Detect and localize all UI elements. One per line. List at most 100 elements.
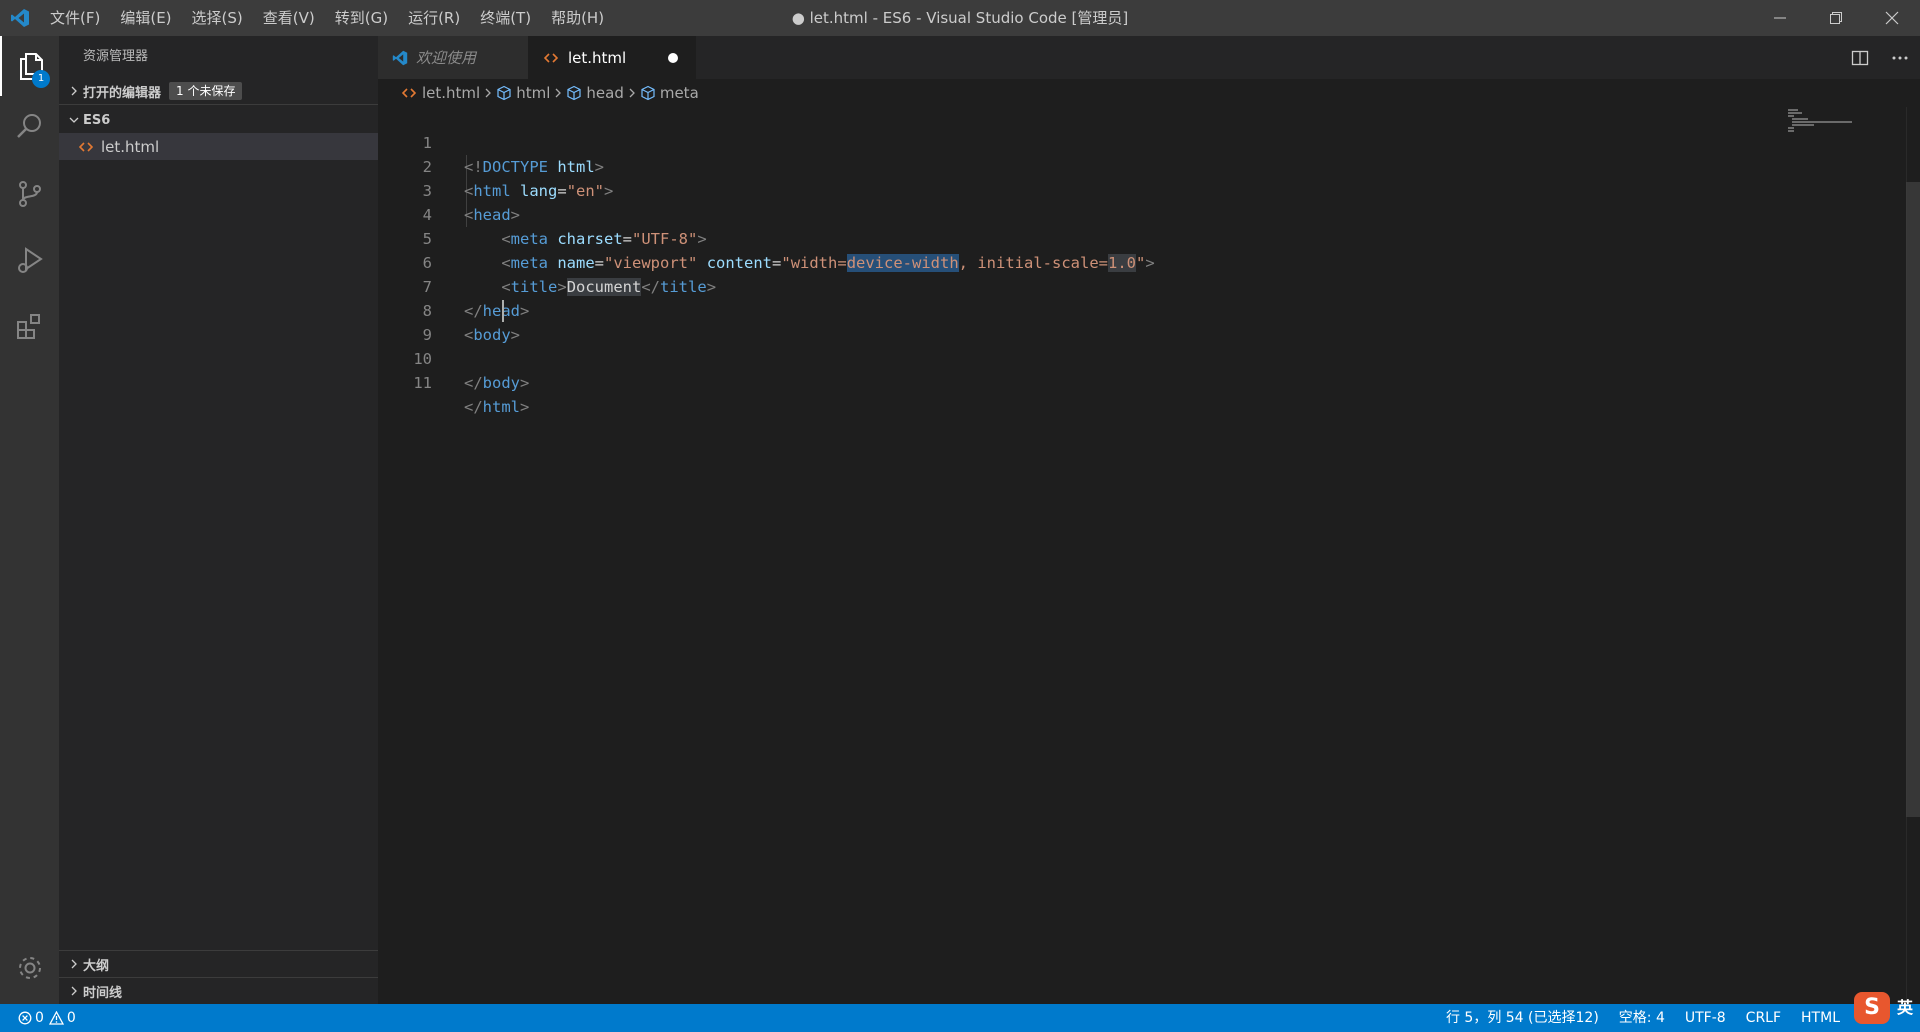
outline-label: 大纲 xyxy=(83,958,110,974)
folder-label: ES6 xyxy=(83,112,111,128)
menu-run[interactable]: 运行(R) xyxy=(398,0,470,36)
error-count: 0 xyxy=(35,1010,44,1026)
unsaved-dot-icon[interactable] xyxy=(668,53,678,63)
line-number: 11 xyxy=(413,374,432,392)
html-file-icon xyxy=(402,87,422,99)
source-control-icon xyxy=(18,181,41,207)
breadcrumb-label: html xyxy=(516,84,551,102)
text-cursor xyxy=(502,300,504,322)
warning-icon xyxy=(48,1011,64,1025)
code-line: 5 <meta name="viewport" content="width=d… xyxy=(378,203,1798,272)
line-ending[interactable]: CRLF xyxy=(1736,1004,1791,1032)
vscode-logo-icon xyxy=(0,0,40,36)
unsaved-badge: 1 个未保存 xyxy=(169,82,243,100)
split-editor-button[interactable] xyxy=(1840,36,1880,79)
chevron-right-icon xyxy=(65,959,83,969)
html-file-icon xyxy=(79,141,101,153)
editor-tabs: 欢迎使用 let.html xyxy=(378,36,1920,79)
scrollbar-thumb[interactable] xyxy=(1906,182,1920,817)
close-window-button[interactable] xyxy=(1864,0,1920,36)
activity-run-debug[interactable] xyxy=(0,230,59,290)
html-file-icon xyxy=(544,52,568,64)
folder-section[interactable]: ES6 xyxy=(59,107,378,133)
vertical-scrollbar[interactable] xyxy=(1906,107,1920,1004)
outline-section[interactable]: 大纲 xyxy=(59,950,378,977)
menu-terminal[interactable]: 终端(T) xyxy=(470,0,541,36)
code-line: 4 <meta charset="UTF-8"> xyxy=(378,179,1798,248)
menu-file[interactable]: 文件(F) xyxy=(40,0,110,36)
problems-indicator[interactable]: 0 0 xyxy=(0,1010,76,1026)
more-actions-button[interactable] xyxy=(1880,36,1920,79)
menu-selection[interactable]: 选择(S) xyxy=(182,0,253,36)
warning-count: 0 xyxy=(66,1010,76,1026)
activity-search[interactable] xyxy=(0,96,59,156)
breadcrumb-item-file[interactable]: let.html xyxy=(402,84,480,102)
indentation[interactable]: 空格: 4 xyxy=(1609,1004,1675,1032)
tab-label: let.html xyxy=(568,48,627,67)
breadcrumb-item-html[interactable]: html xyxy=(496,84,550,102)
file-item-let-html[interactable]: let.html xyxy=(59,133,378,160)
sogou-logo-icon: S xyxy=(1854,992,1890,1024)
chevron-right-icon xyxy=(484,84,492,102)
chevron-right-icon xyxy=(65,986,83,996)
search-icon xyxy=(16,114,41,138)
cursor-position[interactable]: 行 5，列 54 (已选择12) xyxy=(1436,1004,1609,1032)
activity-explorer[interactable]: 1 xyxy=(0,36,59,96)
explorer-sidebar: 资源管理器 打开的编辑器 1 个未保存 ES6 let.html 大纲 时间线 xyxy=(59,36,378,1004)
ime-indicator[interactable]: S 英 xyxy=(1854,992,1920,1024)
timeline-section[interactable]: 时间线 xyxy=(59,977,378,1004)
menu-edit[interactable]: 编辑(E) xyxy=(110,0,181,36)
code-line: 6 <title>Document</title> xyxy=(378,227,1798,296)
breadcrumb-label: head xyxy=(586,84,624,102)
tab-welcome[interactable]: 欢迎使用 xyxy=(378,36,528,79)
code-line: 1 <!DOCTYPE html> xyxy=(378,107,1798,176)
minimize-button[interactable] xyxy=(1752,0,1808,36)
status-bar: 0 0 行 5，列 54 (已选择12) 空格: 4 UTF-8 CRLF HT… xyxy=(0,992,1920,1032)
ellipsis-icon xyxy=(1892,56,1908,59)
code-line: 7 </head> xyxy=(378,251,1798,320)
code-line: 2 <html lang="en"> xyxy=(378,131,1798,200)
code-editor[interactable]: 1 <!DOCTYPE html> 2 <html lang="en"> 3 <… xyxy=(378,107,1920,1004)
code-line: 3 <head> xyxy=(378,155,1798,224)
close-icon xyxy=(1885,11,1899,25)
code-line: 11 </html> xyxy=(378,347,1798,416)
chevron-right-icon xyxy=(554,84,562,102)
restore-icon xyxy=(1830,12,1842,24)
menu-go[interactable]: 转到(G) xyxy=(325,0,398,36)
tab-actions xyxy=(1840,36,1920,79)
split-editor-icon xyxy=(1851,50,1869,65)
menu-view[interactable]: 查看(V) xyxy=(253,0,325,36)
activity-source-control[interactable] xyxy=(0,164,59,224)
ime-language: 英 xyxy=(1896,998,1913,1017)
open-editors-section[interactable]: 打开的编辑器 1 个未保存 xyxy=(59,78,378,104)
code-token: body xyxy=(482,374,520,392)
menu-bar: 文件(F) 编辑(E) 选择(S) 查看(V) 转到(G) 运行(R) 终端(T… xyxy=(40,0,614,36)
code-token: html xyxy=(482,398,520,416)
tab-let-html[interactable]: let.html xyxy=(528,36,696,79)
menu-help[interactable]: 帮助(H) xyxy=(541,0,614,36)
activity-bar: 1 xyxy=(0,36,59,1004)
code-line: 10 </body> xyxy=(378,323,1798,392)
restore-button[interactable] xyxy=(1808,0,1864,36)
section-divider xyxy=(59,104,378,105)
status-right: 行 5，列 54 (已选择12) 空格: 4 UTF-8 CRLF HTML xyxy=(1436,1004,1850,1032)
activity-extensions[interactable] xyxy=(0,296,59,356)
symbol-cube-icon xyxy=(640,85,660,101)
sidebar-title: 资源管理器 xyxy=(83,49,149,64)
code-line: 9 xyxy=(378,299,1798,344)
run-debug-icon xyxy=(17,247,43,273)
vscode-logo-icon xyxy=(392,50,416,66)
language-mode[interactable]: HTML xyxy=(1791,1004,1850,1032)
minimize-icon xyxy=(1774,17,1786,19)
open-editors-label: 打开的编辑器 xyxy=(83,85,162,101)
gear-icon xyxy=(18,957,41,979)
breadcrumb-item-head[interactable]: head xyxy=(566,84,624,102)
title-bar: 文件(F) 编辑(E) 选择(S) 查看(V) 转到(G) 运行(R) 终端(T… xyxy=(0,0,1920,36)
activity-manage[interactable] xyxy=(0,938,59,998)
minimap[interactable] xyxy=(1784,109,1904,139)
chevron-right-icon xyxy=(628,84,636,102)
chevron-right-icon xyxy=(65,86,83,96)
breadcrumb-item-meta[interactable]: meta xyxy=(640,84,699,102)
code-line: 8 <body> xyxy=(378,275,1798,344)
encoding[interactable]: UTF-8 xyxy=(1675,1004,1736,1032)
